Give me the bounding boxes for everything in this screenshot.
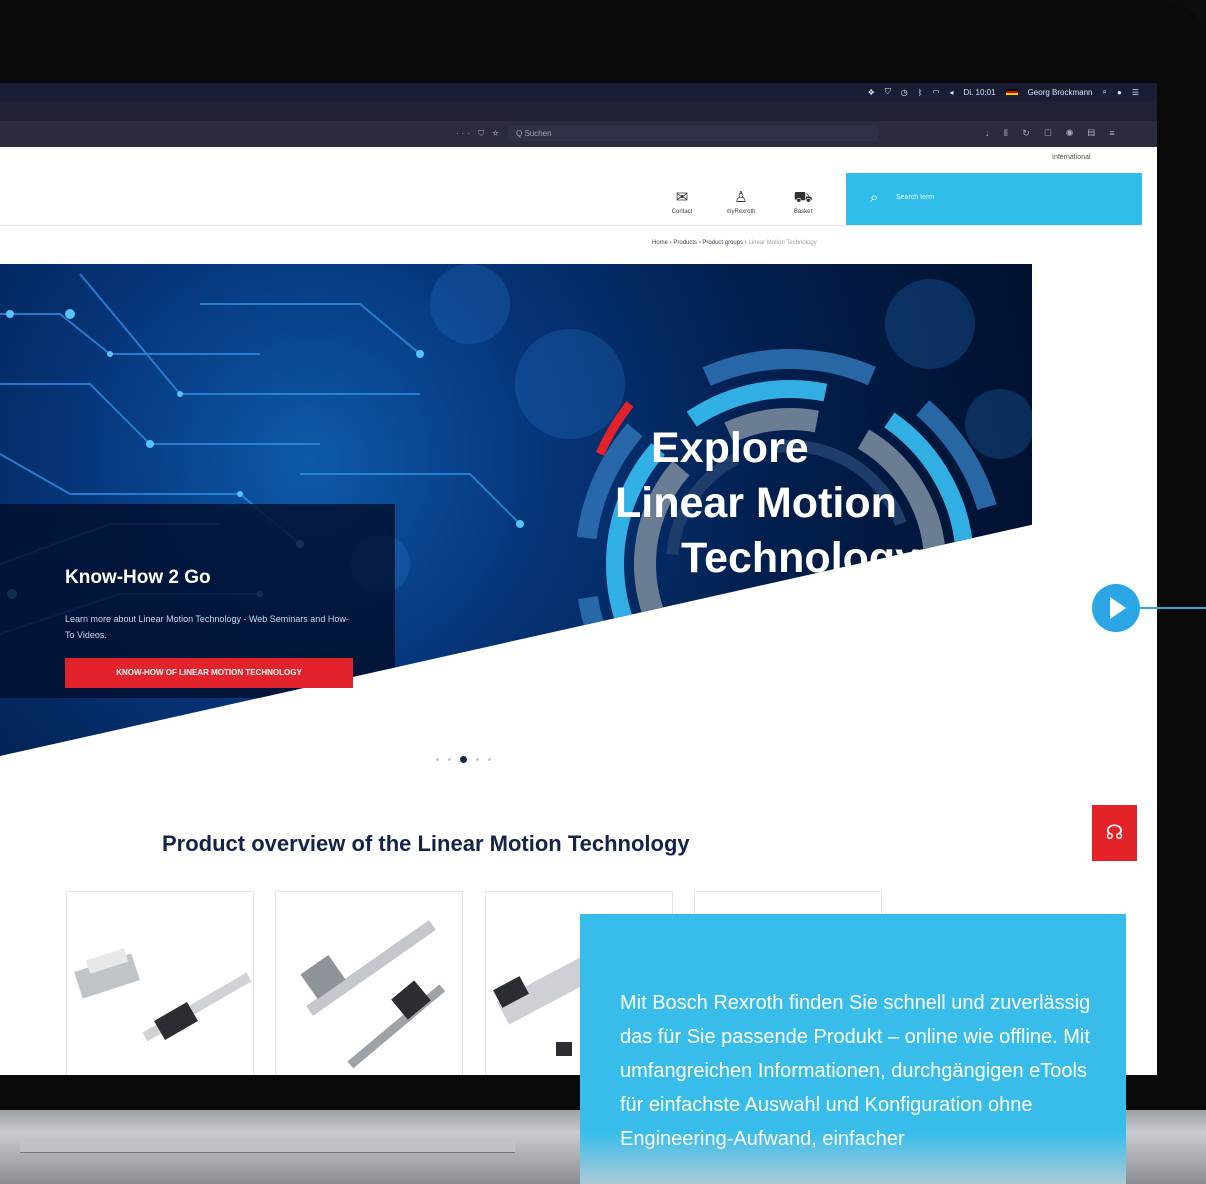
spotlight-icon[interactable]: ⌕ xyxy=(1103,87,1107,97)
product-tile[interactable] xyxy=(275,891,463,1075)
flag-icon[interactable] xyxy=(1005,89,1018,95)
breadcrumb-products[interactable]: Products xyxy=(673,240,697,246)
carousel-dot[interactable] xyxy=(476,758,479,761)
help-button[interactable]: ☊ xyxy=(1092,805,1137,861)
linear-guide-image xyxy=(74,948,252,1042)
breadcrumb: Home › Products › Product groups › Linea… xyxy=(652,240,817,246)
search-placeholder: Search term xyxy=(896,194,935,201)
hero-title: Explore Linear Motion Technology xyxy=(615,421,919,586)
breadcrumb-current: Linear Motion Technology xyxy=(748,240,817,246)
clock-icon[interactable]: ◷ xyxy=(901,88,908,97)
bluetooth-icon[interactable]: ᛒ xyxy=(918,88,923,97)
volume-icon[interactable]: ◂ xyxy=(950,88,954,97)
dropbox-icon[interactable]: ❖ xyxy=(868,88,875,97)
browser-search-input[interactable]: Q Suchen xyxy=(508,126,878,141)
carousel-dot[interactable] xyxy=(488,758,491,761)
overlay-fade xyxy=(580,1132,1126,1184)
breadcrumb-home[interactable]: Home xyxy=(652,240,668,246)
play-connector-line xyxy=(1140,607,1206,609)
browser-tool-icons[interactable]: ↓ ⫴ ↻ ▢ ◉ ▤ ≡ xyxy=(985,128,1121,139)
menubar-clock[interactable]: Di. 10:01 xyxy=(964,88,996,97)
basket-label: Basket xyxy=(793,209,813,215)
search-icon: ⌕ xyxy=(870,189,879,206)
hero-card-text: Learn more about Linear Motion Technolog… xyxy=(65,614,349,640)
know-how-button[interactable]: KNOW-HOW OF LINEAR MOTION TECHNOLOGY xyxy=(65,658,353,688)
shield-icon[interactable]: ⛉ xyxy=(885,87,891,97)
menubar-user[interactable]: Georg Brockmann xyxy=(1028,88,1093,97)
carousel-dot[interactable] xyxy=(436,758,439,761)
mail-icon: ✉ xyxy=(675,189,689,206)
page-actions-icons[interactable]: ··· ⛉ ☆ xyxy=(456,129,502,139)
product-tile[interactable] xyxy=(66,891,254,1075)
contact-label: Contact xyxy=(671,209,693,215)
section-title: Product overview of the Linear Motion Te… xyxy=(162,831,690,856)
browser-tab-bar xyxy=(0,101,1157,121)
myrexroth-button[interactable]: ♙ myRexroth xyxy=(714,189,768,216)
user-icon: ♙ xyxy=(734,189,748,206)
hero-card-title: Know-How 2 Go xyxy=(65,567,211,588)
hero-title-line-3: Technology xyxy=(681,534,920,582)
wifi-icon[interactable]: ◠ xyxy=(933,88,940,97)
breadcrumb-separator: › xyxy=(669,240,672,246)
carousel-dots xyxy=(436,756,491,763)
hero-title-line-1: Explore xyxy=(651,424,809,472)
headset-icon: ☊ xyxy=(1105,822,1124,844)
site-search-input[interactable]: ⌕ Search term xyxy=(846,173,1142,225)
hero-title-line-2: Linear Motion xyxy=(615,479,897,527)
region-link[interactable]: International xyxy=(1052,154,1091,161)
myrexroth-label: myRexroth xyxy=(726,209,756,215)
breadcrumb-separator: › xyxy=(744,240,747,246)
play-video-button[interactable] xyxy=(1092,584,1140,632)
basket-button[interactable]: ⛟ Basket xyxy=(776,189,830,216)
carousel-dot[interactable] xyxy=(448,758,451,761)
breadcrumb-product-groups[interactable]: Product groups xyxy=(702,240,743,246)
breadcrumb-separator: › xyxy=(698,240,701,246)
cart-icon: ⛟ xyxy=(793,189,813,206)
carousel-dot-active[interactable] xyxy=(460,756,467,763)
browser-toolbar: ··· ⛉ ☆ Q Suchen ↓ ⫴ ↻ ▢ ◉ ▤ ≡ xyxy=(0,121,1157,147)
notification-center-icon[interactable]: ☰ xyxy=(1132,88,1139,97)
laptop-hinge xyxy=(20,1138,515,1153)
os-menubar: ❖ ⛉ ◷ ᛒ ◠ ◂ Di. 10:01 Georg Brockmann ⌕ … xyxy=(0,83,1157,101)
siri-icon[interactable]: ● xyxy=(1117,88,1122,97)
contact-button[interactable]: ✉ Contact xyxy=(655,189,709,216)
ball-screw-image xyxy=(300,920,446,1069)
